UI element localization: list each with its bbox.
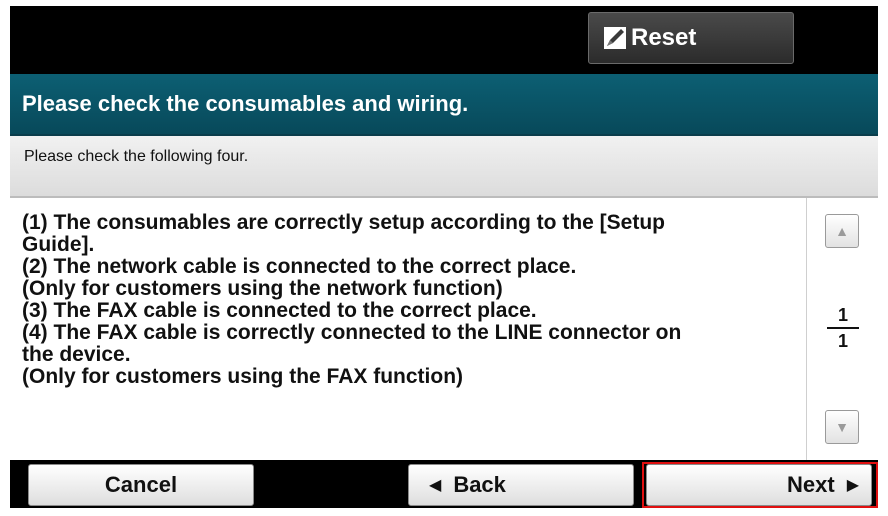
instruction-text: Please check the following four. <box>10 136 878 198</box>
next-arrow-icon: ▶ <box>846 477 859 494</box>
next-button[interactable]: Next ▶ <box>646 464 872 506</box>
reset-label: Reset <box>631 24 697 51</box>
triangle-up-icon: ▲ <box>835 223 849 239</box>
fraction-divider <box>827 327 859 329</box>
page-current: 1 <box>837 305 848 325</box>
check-line: (3) The FAX cable is connected to the co… <box>22 299 537 322</box>
check-line: (1) The consumables are correctly setup … <box>22 211 665 234</box>
scroll-up-button[interactable]: ▲ <box>825 214 859 248</box>
page-total: 1 <box>837 331 848 351</box>
triangle-down-icon: ▼ <box>835 419 849 435</box>
back-arrow-icon: ◀ <box>429 477 442 494</box>
top-bar: Reset <box>10 6 878 74</box>
check-list: (1) The consumables are correctly setup … <box>22 212 802 388</box>
back-label: Back <box>453 472 506 497</box>
next-label: Next <box>787 472 835 497</box>
bottom-bar: Cancel ◀ Back Next ▶ <box>10 460 878 508</box>
check-line: (4) The FAX cable is correctly connected… <box>22 321 682 344</box>
scroll-column: ▲ 1 1 ▼ <box>806 198 878 460</box>
page-title: Please check the consumables and wiring. <box>10 74 878 136</box>
scroll-down-button[interactable]: ▼ <box>825 410 859 444</box>
cancel-button[interactable]: Cancel <box>28 464 254 506</box>
check-line: the device. <box>22 343 131 366</box>
message-area: (1) The consumables are correctly setup … <box>10 198 878 460</box>
check-line: (Only for customers using the FAX functi… <box>22 365 464 388</box>
back-button[interactable]: ◀ Back <box>408 464 634 506</box>
reset-icon <box>604 27 626 49</box>
check-line: (2) The network cable is connected to th… <box>22 255 577 278</box>
check-line: Guide]. <box>22 233 95 256</box>
page-indicator: 1 1 <box>821 306 865 350</box>
reset-button[interactable]: Reset <box>588 12 794 64</box>
printer-panel: Reset Please check the consumables and w… <box>10 6 878 508</box>
check-line: (Only for customers using the network fu… <box>22 277 503 300</box>
cancel-label: Cancel <box>104 472 178 497</box>
